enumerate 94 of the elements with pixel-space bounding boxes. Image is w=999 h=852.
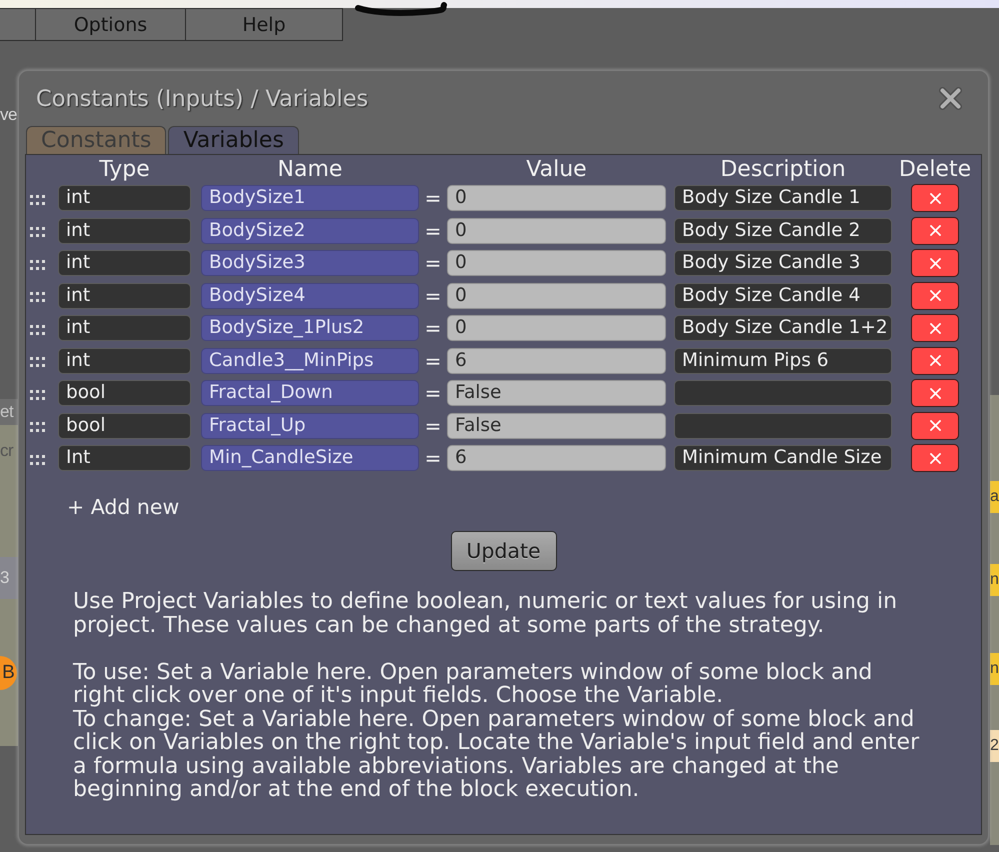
value-field[interactable]: False bbox=[447, 412, 666, 438]
value-field[interactable]: 6 bbox=[447, 348, 666, 374]
equals-sign: = bbox=[424, 381, 442, 405]
delete-button[interactable] bbox=[911, 412, 959, 440]
equals-sign: = bbox=[424, 414, 442, 438]
drag-handle-icon[interactable] bbox=[29, 421, 46, 433]
delete-button[interactable] bbox=[911, 346, 959, 374]
background-text: 3 bbox=[0, 567, 9, 589]
type-field[interactable]: int bbox=[58, 282, 191, 308]
description-field[interactable]: Body Size Candle 1+2 bbox=[674, 315, 892, 341]
value-field[interactable]: 0 bbox=[447, 315, 666, 341]
equals-sign: = bbox=[424, 348, 442, 372]
delete-button[interactable] bbox=[911, 184, 959, 212]
value-field[interactable]: 0 bbox=[447, 185, 666, 211]
equals-sign: = bbox=[424, 284, 442, 308]
drag-handle-icon[interactable] bbox=[29, 388, 46, 400]
letter-badge: B bbox=[0, 656, 17, 690]
menu-item[interactable] bbox=[0, 8, 36, 41]
background-text: ve bbox=[0, 104, 17, 126]
name-field[interactable]: BodySize_1Plus2 bbox=[201, 315, 419, 341]
type-field[interactable]: Int bbox=[58, 445, 191, 471]
value-field[interactable]: False bbox=[447, 380, 666, 406]
type-field[interactable]: int bbox=[58, 185, 191, 211]
background-text: et bbox=[0, 401, 14, 423]
description-field[interactable]: Body Size Candle 2 bbox=[674, 218, 892, 244]
column-header: Name bbox=[276, 156, 344, 184]
tag-label: a bbox=[990, 481, 999, 513]
equals-sign: = bbox=[424, 446, 442, 470]
add-new-link[interactable]: + Add new bbox=[67, 495, 180, 519]
type-field[interactable]: int bbox=[58, 218, 191, 244]
delete-button[interactable] bbox=[911, 379, 959, 407]
drag-handle-icon[interactable] bbox=[29, 324, 46, 336]
drag-handle-icon[interactable] bbox=[29, 454, 46, 466]
description-field[interactable]: Body Size Candle 3 bbox=[674, 250, 892, 276]
equals-sign: = bbox=[424, 186, 442, 210]
help-text: To change: Set a Variable here. Open parameters window of some block and click on Variables on the right top. Locate the Variable's input field and enter a formula using available abbreviations. Variables are changed at the beginning and/or at the end of the block execution. bbox=[73, 708, 920, 802]
delete-button[interactable] bbox=[911, 249, 959, 277]
close-icon[interactable] bbox=[938, 86, 963, 111]
cross-icon bbox=[930, 192, 940, 204]
tag-label: n bbox=[990, 564, 999, 596]
cross-icon bbox=[930, 388, 940, 398]
name-field[interactable]: Min_CandleSize bbox=[201, 445, 419, 471]
name-field[interactable]: BodySize1 bbox=[201, 185, 419, 211]
type-field[interactable]: int bbox=[58, 348, 191, 374]
description-field[interactable]: Body Size Candle 1 bbox=[674, 185, 892, 211]
value-field[interactable]: 6 bbox=[447, 445, 666, 471]
cross-icon bbox=[930, 355, 940, 366]
name-field[interactable]: BodySize2 bbox=[201, 218, 419, 244]
value-field[interactable]: 0 bbox=[447, 218, 666, 244]
delete-button[interactable] bbox=[911, 314, 959, 342]
drag-handle-icon[interactable] bbox=[29, 291, 46, 303]
cross-icon bbox=[930, 290, 940, 301]
name-field[interactable]: BodySize3 bbox=[201, 250, 419, 276]
value-field[interactable]: 0 bbox=[447, 282, 666, 308]
name-field[interactable]: Fractal_Down bbox=[201, 380, 419, 406]
type-field[interactable]: bool bbox=[58, 412, 191, 438]
drag-handle-icon[interactable] bbox=[29, 258, 46, 270]
delete-button[interactable] bbox=[911, 282, 959, 310]
column-header: Value bbox=[525, 156, 588, 184]
delete-button[interactable] bbox=[911, 216, 959, 244]
cross-icon bbox=[930, 452, 940, 464]
help-text: Use Project Variables to define boolean, numeric or text values for using in project. These values can be changed at some parts of the strategy. bbox=[73, 590, 898, 637]
description-field[interactable] bbox=[674, 380, 892, 406]
name-field[interactable]: Candle3__MinPips bbox=[201, 348, 419, 374]
scribble-icon bbox=[354, 0, 448, 16]
equals-sign: = bbox=[424, 218, 442, 242]
description-field[interactable]: Minimum Candle Size bbox=[674, 445, 892, 471]
description-field[interactable] bbox=[674, 412, 892, 438]
column-header: Delete bbox=[898, 156, 972, 184]
cross-icon bbox=[930, 322, 940, 334]
delete-button[interactable] bbox=[911, 444, 959, 472]
description-field[interactable]: Minimum Pips 6 bbox=[674, 348, 892, 374]
equals-sign: = bbox=[424, 251, 442, 275]
dialog-title: Constants (Inputs) / Variables bbox=[36, 86, 368, 112]
tag-label: n bbox=[990, 653, 999, 685]
help-text: To use: Set a Variable here. Open parameters window of some block and right click over one of it's input fields. Choose the Variable. bbox=[73, 660, 874, 708]
drag-handle-icon[interactable] bbox=[29, 356, 46, 368]
name-field[interactable]: BodySize4 bbox=[201, 282, 419, 308]
tag-label: 2 bbox=[990, 730, 999, 762]
type-field[interactable]: int bbox=[58, 250, 191, 276]
description-field[interactable]: Body Size Candle 4 bbox=[674, 282, 892, 308]
equals-sign: = bbox=[424, 316, 442, 340]
drag-handle-icon[interactable] bbox=[29, 194, 46, 206]
type-field[interactable]: int bbox=[58, 315, 191, 341]
column-header: Type bbox=[98, 156, 151, 184]
drag-handle-icon[interactable] bbox=[29, 226, 46, 238]
cross-icon bbox=[930, 225, 940, 236]
type-field[interactable]: bool bbox=[58, 380, 191, 406]
cross-icon bbox=[930, 420, 940, 431]
name-field[interactable]: Fractal_Up bbox=[201, 412, 419, 438]
column-header: Description bbox=[719, 156, 847, 184]
cross-icon bbox=[930, 258, 940, 268]
update-button[interactable]: Update bbox=[450, 531, 556, 571]
value-field[interactable]: 0 bbox=[447, 250, 666, 276]
